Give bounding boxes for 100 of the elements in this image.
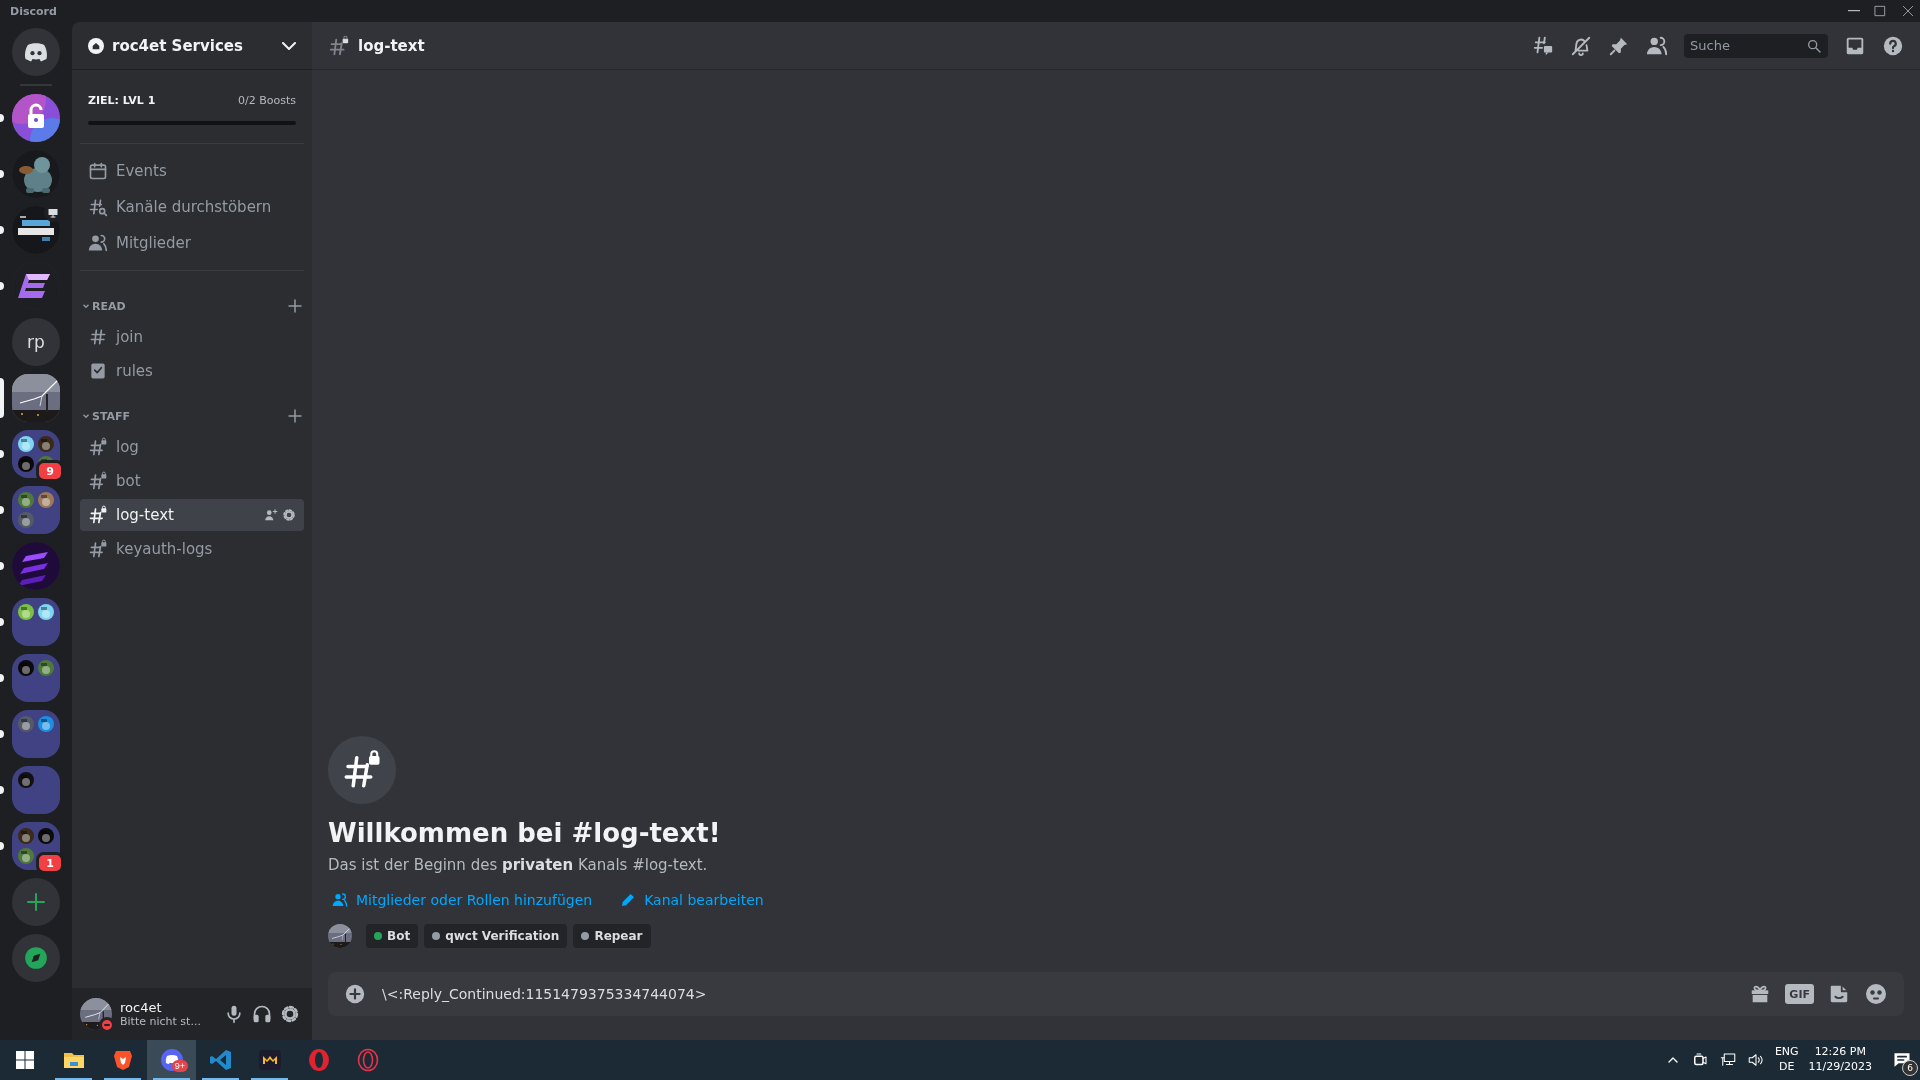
people-icon	[88, 233, 108, 253]
unread-indicator	[0, 226, 4, 234]
unread-indicator	[0, 730, 4, 738]
clock-time[interactable]: 12:26 PM	[1814, 1045, 1866, 1060]
notification-badge: 9	[36, 460, 64, 482]
ring-outline-icon	[355, 1048, 380, 1072]
explore-button[interactable]	[12, 934, 60, 982]
boost-count[interactable]: 0/2 Boosts	[238, 94, 296, 107]
channel-item[interactable]: bot	[80, 465, 304, 497]
unread-indicator	[0, 170, 4, 178]
chevron-down-icon[interactable]	[282, 41, 296, 50]
server-name: roc4et Services	[112, 36, 244, 55]
unread-indicator	[0, 282, 4, 290]
running-indicator	[251, 1078, 288, 1080]
plus-icon	[24, 890, 48, 914]
welcome-title: Willkommen bei #log-text!	[328, 818, 722, 848]
window-title: Discord	[10, 4, 57, 18]
unread-indicator	[0, 114, 4, 122]
server-folder[interactable]	[12, 486, 60, 534]
m-logo-icon	[257, 1048, 282, 1072]
welcome-description: Das ist der Beginn des privaten Kanals #log-text.	[328, 856, 709, 874]
channel-item[interactable]: log-text	[80, 499, 304, 531]
angle-bracket-icon	[208, 1048, 233, 1072]
unread-indicator	[0, 842, 4, 850]
channel-title: log-text	[358, 36, 426, 55]
keyboard-layout[interactable]: DE	[1779, 1060, 1795, 1075]
role-name: Repear	[594, 929, 643, 943]
nav-item[interactable]: Kanäle durchstöbern	[80, 192, 304, 222]
gear-icon	[282, 508, 296, 522]
add-person-icon	[264, 508, 278, 522]
compass-icon	[23, 945, 49, 971]
channel-item[interactable]: join	[80, 321, 304, 353]
help-icon	[1882, 34, 1904, 57]
role-name: Bot	[387, 929, 411, 943]
add-server-button[interactable]	[12, 878, 60, 926]
input-language[interactable]: ENG	[1774, 1045, 1799, 1060]
message-field[interactable]: \<:Reply_Continued:1151479375334744074> GIF	[328, 972, 1904, 1016]
unread-indicator	[0, 506, 4, 514]
running-indicator	[202, 1078, 239, 1080]
hashtag-icon	[88, 327, 108, 347]
channel-item[interactable]: keyauth-logs	[80, 533, 304, 565]
monitor-icon	[47, 207, 59, 219]
message-text: \<:Reply_Continued:1151479375334744074>	[382, 986, 708, 1002]
minimize-icon[interactable]	[1848, 10, 1860, 12]
boost-goal: ZIEL: LVL 1	[88, 94, 156, 107]
muted-bell-icon	[1570, 34, 1592, 57]
calendar-icon	[88, 161, 108, 181]
unread-indicator	[0, 562, 4, 570]
unread-indicator	[0, 786, 4, 794]
windows-icon	[15, 1051, 34, 1069]
close-icon	[1900, 3, 1916, 19]
server-icon[interactable]: rp	[12, 318, 60, 366]
nav-item[interactable]: Mitglieder	[80, 228, 304, 258]
server-folder[interactable]	[12, 654, 60, 702]
speaker-icon	[1746, 1051, 1765, 1069]
locked-hashtag-icon	[88, 505, 108, 525]
members-icon	[1646, 34, 1668, 57]
threads-icon	[1532, 34, 1554, 57]
locked-hashtag-icon	[328, 34, 350, 57]
headphones-icon	[252, 1004, 272, 1024]
ring-icon	[306, 1048, 331, 1072]
action-link[interactable]: Mitglieder oder Rollen hinzufügen	[328, 892, 597, 908]
action-link[interactable]: Kanal bearbeiten	[616, 892, 768, 908]
search-icon	[1806, 37, 1822, 54]
settings-icon	[280, 1004, 300, 1024]
maximize-icon	[1872, 3, 1888, 19]
channel-item[interactable]: log	[80, 431, 304, 463]
add-attachment-icon	[344, 983, 366, 1005]
server-folder[interactable]	[12, 710, 60, 758]
unread-indicator	[0, 618, 4, 626]
taskbar-app[interactable]: 9+	[147, 1040, 196, 1080]
clock-date[interactable]: 11/29/2023	[1808, 1060, 1872, 1075]
channel-item[interactable]: rules	[80, 355, 304, 387]
category-header[interactable]: STAFF	[92, 409, 286, 423]
unread-indicator	[0, 450, 4, 458]
add-person-icon	[332, 892, 348, 908]
channel-search-icon	[88, 197, 108, 217]
user-status: Bitte nicht st...	[120, 1015, 202, 1029]
category-header[interactable]: READ	[92, 299, 286, 313]
search-field[interactable]: Suche	[1684, 33, 1828, 58]
checklist-icon	[88, 361, 108, 381]
server-header[interactable]: roc4et Services	[72, 22, 312, 70]
pencil-icon	[620, 892, 637, 908]
nav-item[interactable]: Events	[80, 156, 304, 186]
server-folder[interactable]	[12, 598, 60, 646]
network-icon	[1718, 1051, 1737, 1069]
selected-indicator	[0, 378, 4, 418]
home-button[interactable]	[12, 28, 60, 76]
unread-indicator	[0, 674, 4, 682]
locked-hashtag-icon	[88, 437, 108, 457]
gif-button[interactable]: GIF	[1785, 984, 1814, 1004]
notification-count: 6	[1902, 1060, 1918, 1076]
running-indicator	[55, 1078, 92, 1080]
running-indicator	[153, 1078, 190, 1080]
plus-icon	[286, 407, 304, 425]
username: roc4et	[120, 999, 163, 1016]
locked-hashtag-icon	[88, 471, 108, 491]
role-name: qwct Verification	[445, 929, 560, 943]
notification-badge: 1	[36, 852, 64, 874]
running-indicator	[104, 1078, 141, 1080]
